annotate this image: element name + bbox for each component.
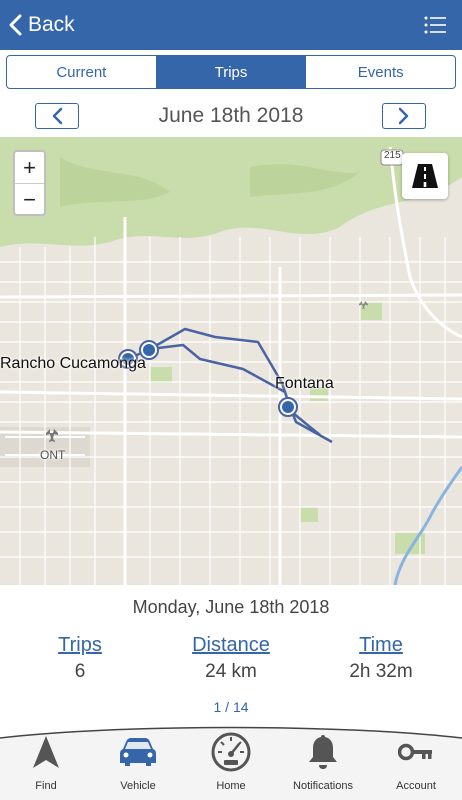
chevron-left-icon xyxy=(52,107,63,125)
time-link[interactable]: Time xyxy=(331,634,431,657)
list-menu-icon[interactable] xyxy=(424,16,446,34)
previous-day-button[interactable] xyxy=(35,103,79,129)
tab-events[interactable]: Events xyxy=(306,56,455,88)
nav-home-label: Home xyxy=(216,780,246,792)
trip-map[interactable]: Rancho Cucamonga Fontana ONT 215 xyxy=(0,137,462,585)
chevron-right-icon xyxy=(398,107,409,125)
traffic-toggle-button[interactable] xyxy=(402,153,448,199)
zoom-out-button[interactable]: − xyxy=(15,184,44,215)
back-label: Back xyxy=(28,13,75,36)
distance-stat: Distance 24 km xyxy=(176,634,286,683)
speedometer-icon xyxy=(211,732,251,772)
key-icon xyxy=(398,743,432,761)
map-label-fontana: Fontana xyxy=(275,375,334,392)
navigation-arrow-icon xyxy=(33,736,59,768)
map-label-rancho: Rancho Cucamonga xyxy=(0,355,146,372)
nav-find[interactable]: Find xyxy=(0,730,92,796)
page-indicator: 1 / 14 xyxy=(213,699,249,715)
chevron-left-icon xyxy=(9,14,22,36)
car-icon xyxy=(120,738,156,766)
distance-link[interactable]: Distance xyxy=(176,634,286,657)
nav-vehicle-label: Vehicle xyxy=(120,780,156,792)
zoom-control: + − xyxy=(13,150,46,216)
bell-icon xyxy=(309,735,337,769)
top-bar: Back xyxy=(0,0,462,50)
view-tabs: Current Trips Events xyxy=(6,55,456,89)
zoom-in-button[interactable]: + xyxy=(15,152,44,184)
tab-trips[interactable]: Trips xyxy=(156,56,307,88)
nav-home[interactable]: Home xyxy=(185,730,277,796)
date-title: June 18th 2018 xyxy=(158,104,304,127)
bottom-navigation: Find Vehicle Home Notifications Account xyxy=(0,720,462,800)
nav-account-label: Account xyxy=(396,780,436,792)
nav-find-label: Find xyxy=(35,780,57,792)
time-value: 2h 32m xyxy=(349,661,413,682)
next-day-button[interactable] xyxy=(382,103,426,129)
map-label-ont: ONT xyxy=(40,448,66,462)
trips-stat: Trips 6 xyxy=(30,634,130,683)
map-label-highway: 215 xyxy=(384,150,401,161)
nav-notifications[interactable]: Notifications xyxy=(277,730,369,796)
tab-current[interactable]: Current xyxy=(7,56,157,88)
summary-date: Monday, June 18th 2018 xyxy=(132,597,330,617)
time-stat: Time 2h 32m xyxy=(331,634,431,683)
road-icon xyxy=(412,164,438,188)
nav-account[interactable]: Account xyxy=(370,730,462,796)
distance-value: 24 km xyxy=(205,661,257,682)
back-button[interactable]: Back xyxy=(8,8,75,42)
nav-vehicle[interactable]: Vehicle xyxy=(92,730,184,796)
trips-link[interactable]: Trips xyxy=(30,634,130,657)
nav-notifications-label: Notifications xyxy=(293,780,353,792)
date-navigator: June 18th 2018 xyxy=(0,96,462,136)
trips-value: 6 xyxy=(74,661,86,682)
